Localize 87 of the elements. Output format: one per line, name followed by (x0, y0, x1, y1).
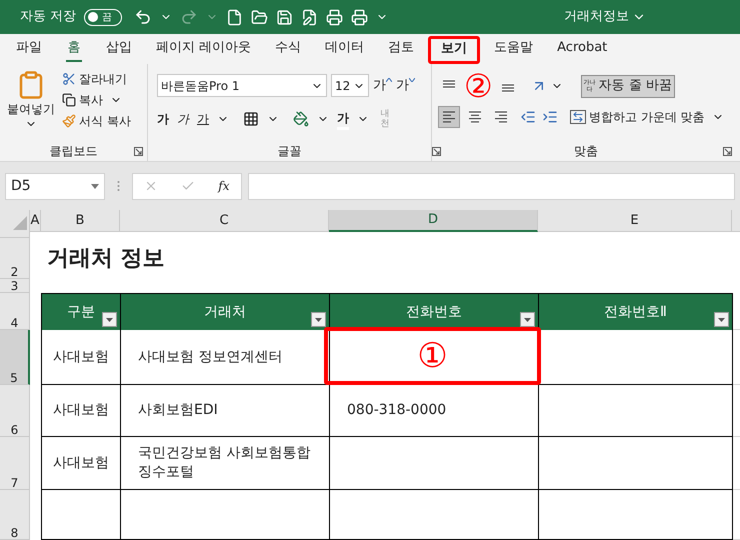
ribbon-tab[interactable]: 파일 (6, 36, 52, 64)
row-header[interactable]: 7 (0, 437, 30, 490)
print-icon[interactable] (326, 8, 344, 26)
filter-button[interactable] (102, 312, 117, 327)
dialog-launcher-icon[interactable] (432, 147, 441, 156)
table-header: 구분 (42, 293, 121, 330)
fill-color-icon[interactable] (293, 111, 309, 127)
table-header: 거래처 (121, 293, 330, 330)
ribbon-tab[interactable]: 데이터 (315, 36, 374, 64)
dropdown-arrow-icon (524, 318, 531, 322)
bold-button[interactable]: 가 (157, 110, 169, 128)
italic-button[interactable]: 가 (177, 110, 189, 128)
autosave-label: 자동 저장 (20, 8, 76, 26)
table-cell: 사대보험 (42, 385, 121, 437)
dropdown-arrow-icon (315, 318, 322, 322)
scissors-icon (62, 72, 76, 86)
cut-button[interactable]: 잘라내기 (62, 70, 131, 88)
edit-file-icon[interactable] (301, 8, 318, 26)
font-color-button[interactable]: 가 (337, 108, 349, 130)
column-header[interactable]: D (329, 210, 538, 232)
table-cell: 사대보험 정보연계센터 (121, 330, 330, 385)
row-header[interactable]: 3 (0, 279, 30, 293)
dropdown-arrow-icon (106, 318, 113, 322)
ribbon-tab[interactable]: 도움말 (484, 36, 544, 64)
table-cell: 사대보험 (42, 330, 121, 385)
table-cell: 사대보험 (42, 437, 121, 490)
document-title[interactable]: 거래처정보 (564, 7, 646, 27)
right-align-icon (494, 110, 508, 124)
format-painter-button[interactable]: 서식 복사 (62, 112, 131, 130)
table-cell: 080-318-0000 (330, 385, 539, 437)
row-header[interactable]: 2 (0, 238, 30, 279)
group-label: 클립보드 (50, 143, 98, 160)
copy-button[interactable]: 복사 (62, 91, 131, 109)
paintbrush-icon (62, 114, 76, 128)
annotation-number: ② (464, 68, 493, 104)
ribbon-tab[interactable]: 홈 (56, 36, 92, 64)
new-file-icon[interactable] (226, 8, 244, 26)
print-preview-icon[interactable] (351, 8, 368, 26)
sheet-title: 거래처 정보 (47, 245, 165, 273)
table-cell: 국민건강보험 사회보험통합 징수포털 (121, 437, 330, 490)
increase-caret-icon (386, 78, 392, 82)
ribbon-tab[interactable]: 페이지 레이아웃 (146, 36, 262, 64)
font-name-field[interactable]: 바른돋움Pro 1 (157, 74, 327, 97)
row-header[interactable]: 5 (0, 330, 30, 385)
insert-function-button[interactable]: fx (218, 177, 230, 195)
group-label: 글꼴 (278, 143, 302, 160)
open-folder-icon[interactable] (251, 8, 268, 26)
font-size-field[interactable]: 12 (331, 74, 369, 97)
drag-handle-icon[interactable] (117, 180, 120, 192)
merge-center-button[interactable]: 병합하고 가운데 맞춤 (570, 108, 724, 126)
ribbon-tab[interactable]: 수식 (265, 36, 312, 64)
center-align-icon (468, 110, 482, 124)
decrease-indent-icon[interactable] (520, 109, 536, 125)
autosave-toggle[interactable]: 끔 (84, 8, 122, 26)
group-label: 맞춤 (574, 143, 598, 160)
increase-indent-icon[interactable] (542, 109, 558, 125)
annotation-number: ① (417, 337, 448, 375)
save-icon[interactable] (276, 8, 294, 26)
horizontal-align-button[interactable] (438, 106, 460, 128)
filter-button[interactable] (311, 312, 326, 327)
ribbon-tab[interactable]: 보기 (428, 36, 480, 64)
undo-icon[interactable] (134, 8, 152, 26)
filter-button[interactable] (520, 312, 535, 327)
row-header[interactable]: 6 (0, 385, 30, 437)
decrease-caret-icon (409, 78, 415, 82)
merge-icon (570, 110, 586, 124)
filter-button[interactable] (714, 312, 729, 327)
underline-button[interactable]: 가 (197, 110, 209, 128)
table-cell: 사회보험EDI (121, 385, 330, 437)
name-box[interactable]: D5 (5, 172, 105, 200)
left-align-icon (442, 110, 456, 124)
ribbon-tab[interactable]: Acrobat (547, 36, 618, 64)
copy-icon (62, 93, 76, 107)
dialog-launcher-icon[interactable] (723, 147, 732, 156)
ribbon-tab[interactable]: 삽입 (96, 36, 142, 64)
dropdown-arrow-icon (718, 318, 725, 322)
ribbon-tab[interactable]: 검토 (378, 36, 424, 64)
formula-input[interactable] (248, 172, 735, 200)
borders-icon[interactable] (243, 111, 259, 127)
table-header: 전화번호Ⅱ (539, 293, 733, 330)
grow-font-button[interactable]: 가 (373, 76, 392, 96)
dropdown-arrow-icon (91, 184, 99, 188)
dialog-launcher-icon[interactable] (134, 147, 143, 156)
row-header[interactable]: 8 (0, 490, 30, 540)
table-header: 전화번호 (330, 293, 539, 330)
paste-button[interactable]: 붙여넣기 (0, 70, 62, 141)
shrink-font-button[interactable]: 가 (396, 76, 415, 96)
